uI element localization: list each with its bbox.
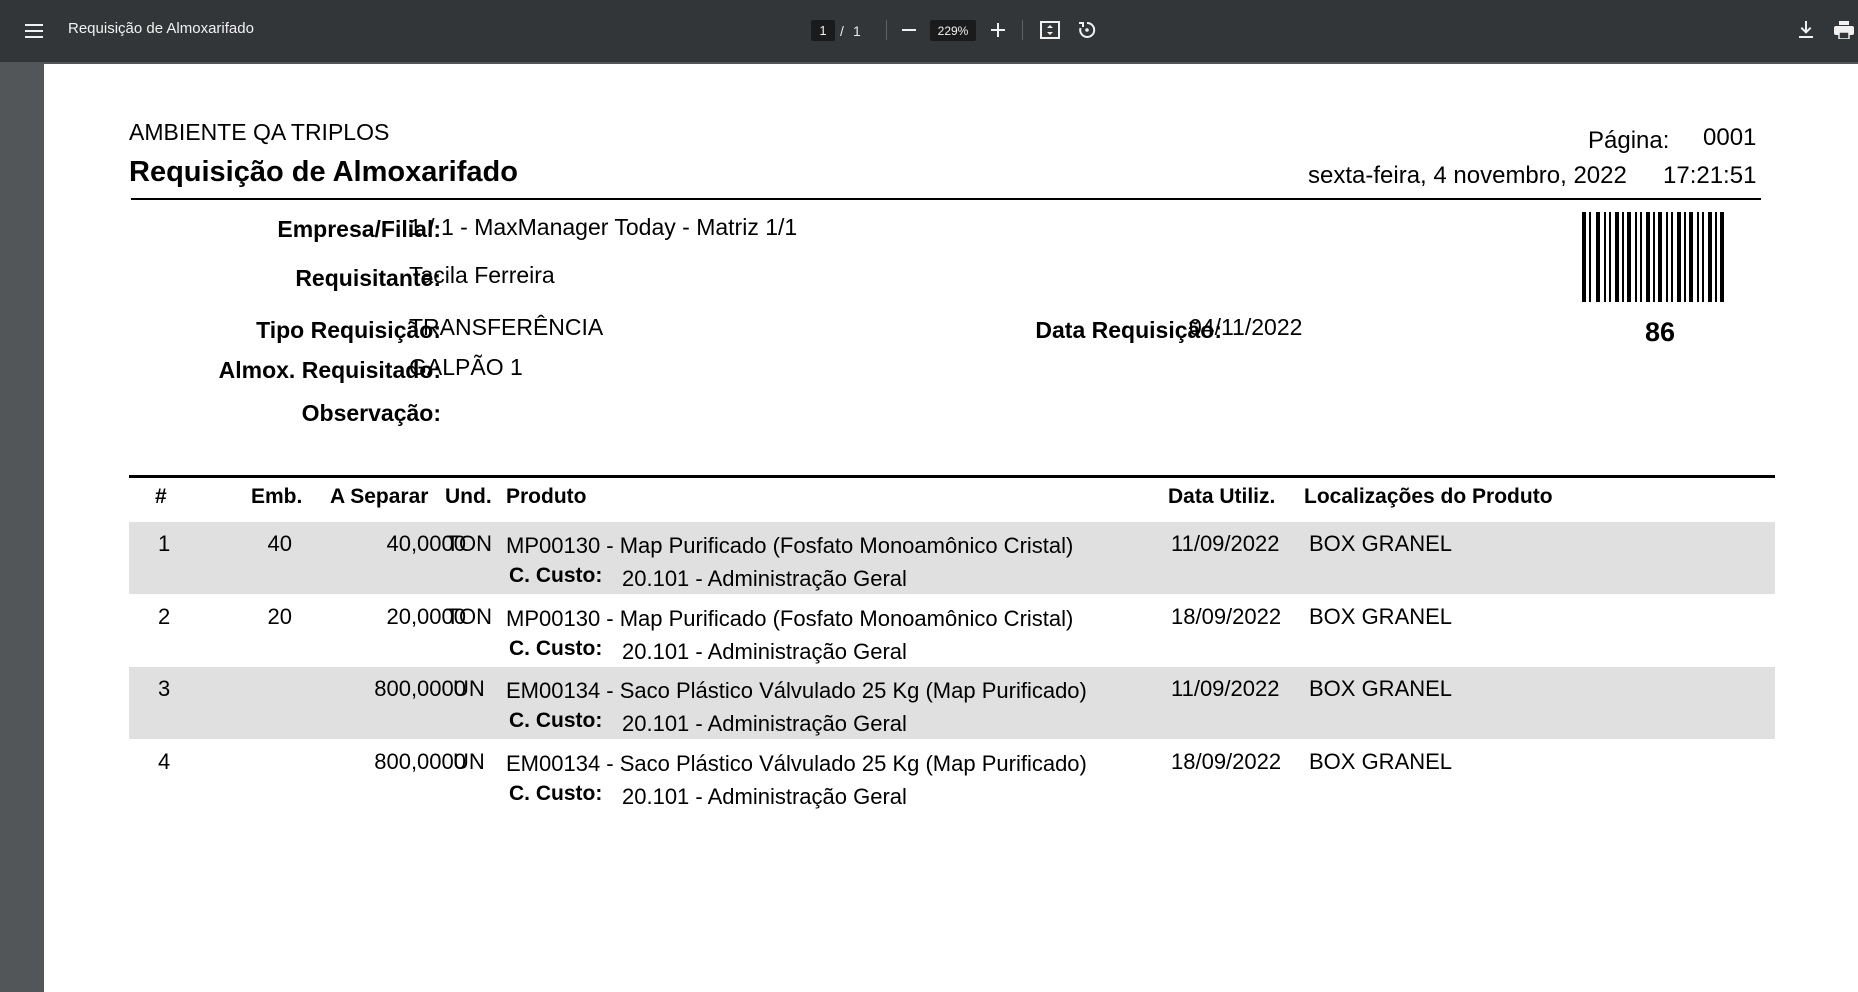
header-data-utiliz: Data Utiliz. [1168, 485, 1276, 508]
page-number-value: 0001 [1703, 124, 1757, 151]
row-produto: MP00130 - Map Purificado (Fosfato Monoam… [506, 606, 1074, 631]
row-custo-value: 20.101 - Administração Geral [622, 566, 907, 591]
header-num: # [155, 485, 167, 508]
download-button[interactable] [1790, 14, 1822, 46]
row-und: TON [446, 604, 493, 629]
report-title: Requisição de Almoxarifado [129, 156, 518, 188]
row-custo-label: C. Custo: [509, 782, 603, 805]
row-produto: MP00130 - Map Purificado (Fosfato Monoam… [506, 533, 1074, 558]
row-localizacao: BOX GRANEL [1309, 749, 1453, 774]
page-number-label: Página: [1588, 127, 1670, 154]
row-localizacao: BOX GRANEL [1309, 531, 1453, 556]
row-data-utiliz: 11/09/2022 [1171, 531, 1280, 556]
fit-to-page-icon [1040, 21, 1060, 39]
row-emb: 20 [267, 604, 292, 629]
fit-page-button[interactable] [1034, 14, 1066, 46]
row-und: TON [446, 531, 493, 556]
row-und: UN [453, 676, 485, 701]
row-produto: EM00134 - Saco Plástico Válvulado 25 Kg … [506, 751, 1087, 776]
print-button[interactable] [1828, 14, 1858, 46]
toolbar-divider [1022, 20, 1023, 40]
observacao-label: Observação: [301, 400, 441, 426]
row-und: UN [453, 749, 485, 774]
row-localizacao: BOX GRANEL [1309, 676, 1453, 701]
zoom-level-input[interactable]: 229% [930, 20, 976, 41]
zoom-in-button[interactable] [982, 14, 1014, 46]
row-num: 4 [158, 749, 171, 774]
row-custo-label: C. Custo: [509, 564, 603, 587]
page-separator: / [840, 22, 844, 39]
report-date: sexta-feira, 4 novembro, 2022 [1308, 162, 1627, 189]
header-rule [131, 198, 1761, 200]
barcode-number: 86 [1644, 317, 1676, 347]
header-localizacoes: Localizações do Produto [1304, 485, 1553, 508]
document-title: Requisição de Almoxarifado [68, 20, 254, 37]
pdf-page: AMBIENTE QA TRIPLOS Requisição de Almoxa… [44, 64, 1858, 992]
requisitante-value: Tacila Ferreira [409, 262, 555, 288]
report-time: 17:21:51 [1663, 162, 1757, 189]
row-custo-value: 20.101 - Administração Geral [622, 711, 907, 736]
minus-icon [902, 29, 916, 31]
table-header-rule [129, 475, 1775, 478]
toolbar-divider [886, 20, 887, 40]
rotate-button[interactable] [1071, 14, 1103, 46]
environment-name: AMBIENTE QA TRIPLOS [129, 119, 390, 145]
row-custo-label: C. Custo: [509, 709, 603, 732]
tipo-requisicao-value: TRANSFERÊNCIA [409, 314, 604, 340]
header-produto: Produto [506, 485, 587, 508]
row-data-utiliz: 11/09/2022 [1171, 676, 1280, 701]
row-localizacao: BOX GRANEL [1309, 604, 1453, 629]
almox-requisitado-value: GALPÃO 1 [409, 354, 523, 380]
row-custo-value: 20.101 - Administração Geral [622, 639, 907, 664]
hamburger-icon [25, 24, 43, 38]
header-und: Und. [445, 485, 492, 508]
current-page-input[interactable]: 1 [811, 20, 835, 41]
row-num: 1 [158, 531, 171, 556]
total-pages: 1 [853, 22, 861, 39]
row-custo-value: 20.101 - Administração Geral [622, 784, 907, 809]
menu-button[interactable] [14, 14, 54, 48]
barcode-image [1582, 212, 1724, 302]
row-num: 2 [158, 604, 171, 629]
zoom-out-button[interactable] [893, 14, 925, 46]
row-custo-label: C. Custo: [509, 637, 603, 660]
rotate-icon [1079, 21, 1096, 38]
almox-requisitado-label: Almox. Requisitado: [218, 357, 441, 383]
data-requisicao-value: 04/11/2022 [1189, 314, 1303, 340]
download-icon [1799, 21, 1813, 38]
row-num: 3 [158, 676, 171, 701]
row-emb: 40 [267, 531, 292, 556]
plus-icon [991, 23, 1005, 37]
header-a-separar: A Separar [330, 485, 429, 508]
pdf-toolbar: Requisição de Almoxarifado 1 / 1 229% [0, 0, 1858, 62]
print-icon [1834, 21, 1854, 39]
row-produto: EM00134 - Saco Plástico Válvulado 25 Kg … [506, 678, 1087, 703]
row-data-utiliz: 18/09/2022 [1171, 749, 1282, 774]
row-data-utiliz: 18/09/2022 [1171, 604, 1282, 629]
empresa-value: 1 / 1 - MaxManager Today - Matriz 1/1 [409, 214, 798, 240]
header-emb: Emb. [251, 485, 303, 508]
